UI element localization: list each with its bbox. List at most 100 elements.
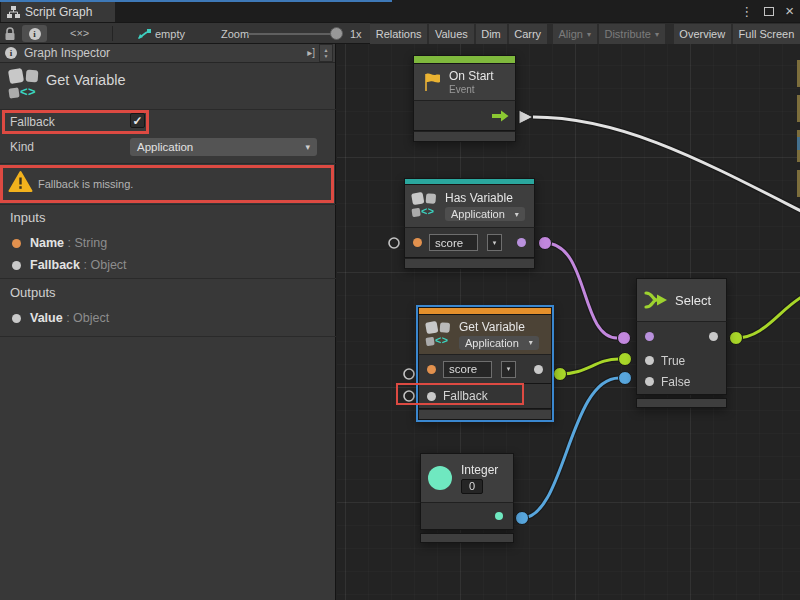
get-variable-icon: <> [9, 68, 41, 102]
maximize-icon[interactable] [764, 7, 774, 16]
port-dot-teal[interactable] [495, 512, 503, 520]
overview-button[interactable]: Overview [674, 24, 731, 44]
port-connected-blue[interactable] [516, 512, 529, 525]
graph-canvas[interactable]: On Start Event <> Has Variable Applicati… [337, 44, 800, 600]
integer-value-field[interactable]: 0 [461, 479, 483, 494]
node-accent-bar [418, 307, 552, 314]
inspector-title: Graph Inspector [24, 46, 110, 60]
wire-green[interactable] [736, 295, 800, 338]
variable-icon: <> [426, 321, 448, 344]
select-icon [644, 288, 669, 312]
zoom-slider-track[interactable] [248, 33, 336, 35]
chevron-down-icon: ▾ [515, 210, 519, 219]
graph-inspector-panel: i Graph Inspector ▸] ▲▼ <> Get Variable … [0, 44, 336, 600]
inspector-node-title: Get Variable [46, 72, 126, 88]
node-subtitle: Event [449, 84, 494, 95]
kind-dropdown[interactable]: Application ▾ [130, 138, 317, 156]
zoom-slider-handle[interactable] [330, 27, 343, 40]
values-button[interactable]: Values [429, 24, 473, 44]
variable-scope-dropdown[interactable]: Application▾ [459, 336, 539, 350]
port-connected-green[interactable] [619, 353, 632, 366]
wire-white[interactable] [533, 117, 800, 213]
distribute-button[interactable]: Distribute▾ [599, 24, 665, 44]
script-graph-window: Script Graph ⋮ × i <×> empty Zoom 1x Rel… [0, 0, 800, 600]
port-unconnected[interactable] [404, 369, 414, 379]
port-dot-orange [12, 239, 21, 248]
close-icon[interactable]: × [785, 6, 794, 16]
variable-icon: <> [412, 192, 434, 215]
node-footer [636, 398, 727, 408]
kind-value: Application [137, 141, 193, 153]
variable-name-dropdown[interactable]: ▾ [501, 361, 516, 378]
tab-title: Script Graph [25, 5, 92, 19]
align-button[interactable]: Align▾ [553, 24, 597, 44]
zoom-value: 1x [350, 28, 362, 40]
code-preview-icon[interactable]: <×> [70, 27, 89, 39]
pane-spinner[interactable]: ▲▼ [319, 44, 333, 62]
annotation-highlight [0, 165, 334, 203]
output-row: Value : Object [12, 311, 109, 325]
info-icon: i [5, 47, 17, 59]
port-unconnected[interactable] [389, 238, 399, 248]
input-row: Fallback : Object [12, 258, 127, 272]
node-footer [418, 409, 552, 420]
false-port-label: False [661, 375, 690, 389]
tab-bar: Script Graph ⋮ × [0, 0, 800, 22]
port-dot-gray[interactable] [645, 377, 654, 386]
node-select[interactable]: Select True False [636, 278, 727, 408]
annotation-highlight [396, 383, 524, 405]
port-dot-gray[interactable] [534, 365, 543, 374]
dim-button[interactable]: Dim [476, 24, 507, 44]
info-toggle-button[interactable]: i [22, 25, 47, 42]
port-connected-purple[interactable] [539, 237, 552, 250]
inspector-title-bar: i Graph Inspector [0, 44, 335, 63]
lock-icon[interactable] [4, 27, 16, 41]
wire-outline [736, 295, 800, 338]
port-dot-purple[interactable] [645, 332, 654, 341]
wire-outline [533, 117, 800, 213]
port-dot-gray [12, 314, 21, 323]
more-menu-icon[interactable]: ⋮ [740, 4, 753, 19]
port-dot-gray[interactable] [709, 332, 718, 341]
integer-icon [428, 466, 452, 490]
carry-button[interactable]: Carry [509, 24, 547, 44]
node-title: Get Variable [459, 320, 539, 334]
tab-script-graph[interactable]: Script Graph [1, 2, 115, 22]
chevron-down-icon: ▾ [587, 30, 591, 39]
flag-icon [421, 71, 443, 93]
annotation-highlight [2, 110, 149, 134]
relations-button[interactable]: Relations [370, 24, 427, 44]
port-dot-gray [12, 261, 21, 270]
port-dot-purple[interactable] [517, 238, 526, 247]
node-footer [413, 131, 516, 142]
nest-graph-icon [137, 28, 152, 40]
port-dot-orange[interactable] [413, 238, 422, 247]
node-footer [404, 258, 535, 269]
inputs-heading: Inputs [10, 210, 45, 225]
node-integer[interactable]: Integer 0 [420, 453, 514, 543]
node-has-variable[interactable]: <> Has Variable Application▾ score ▾ [404, 178, 535, 269]
graph-title-label: empty [155, 28, 185, 40]
port-connected-green[interactable] [730, 332, 743, 345]
variable-name-dropdown[interactable]: ▾ [487, 234, 502, 251]
port-connected-green[interactable] [554, 368, 567, 381]
port-dot-gray[interactable] [645, 356, 654, 365]
port-dot-orange[interactable] [427, 365, 436, 374]
port-connected-purple[interactable] [618, 332, 631, 345]
node-title: On Start [449, 69, 494, 83]
node-on-start[interactable]: On Start Event [413, 55, 516, 142]
node-title: Integer [461, 463, 498, 477]
port-connected-blue[interactable] [619, 372, 632, 385]
full-screen-button[interactable]: Full Screen [733, 24, 800, 44]
chevron-down-icon: ▾ [655, 30, 659, 39]
flow-output-port[interactable] [519, 110, 533, 124]
variable-name-field[interactable]: score [429, 234, 478, 251]
node-footer [420, 533, 514, 543]
input-row: Name : String [12, 236, 107, 250]
variable-scope-dropdown[interactable]: Application▾ [445, 207, 525, 221]
graph-toolbar: i <×> empty Zoom 1x Relations Values Dim… [0, 22, 800, 44]
flow-arrow-icon [492, 110, 509, 122]
dock-icon[interactable]: ▸] [307, 47, 315, 58]
outputs-heading: Outputs [10, 285, 56, 300]
variable-name-field[interactable]: score [443, 361, 492, 378]
